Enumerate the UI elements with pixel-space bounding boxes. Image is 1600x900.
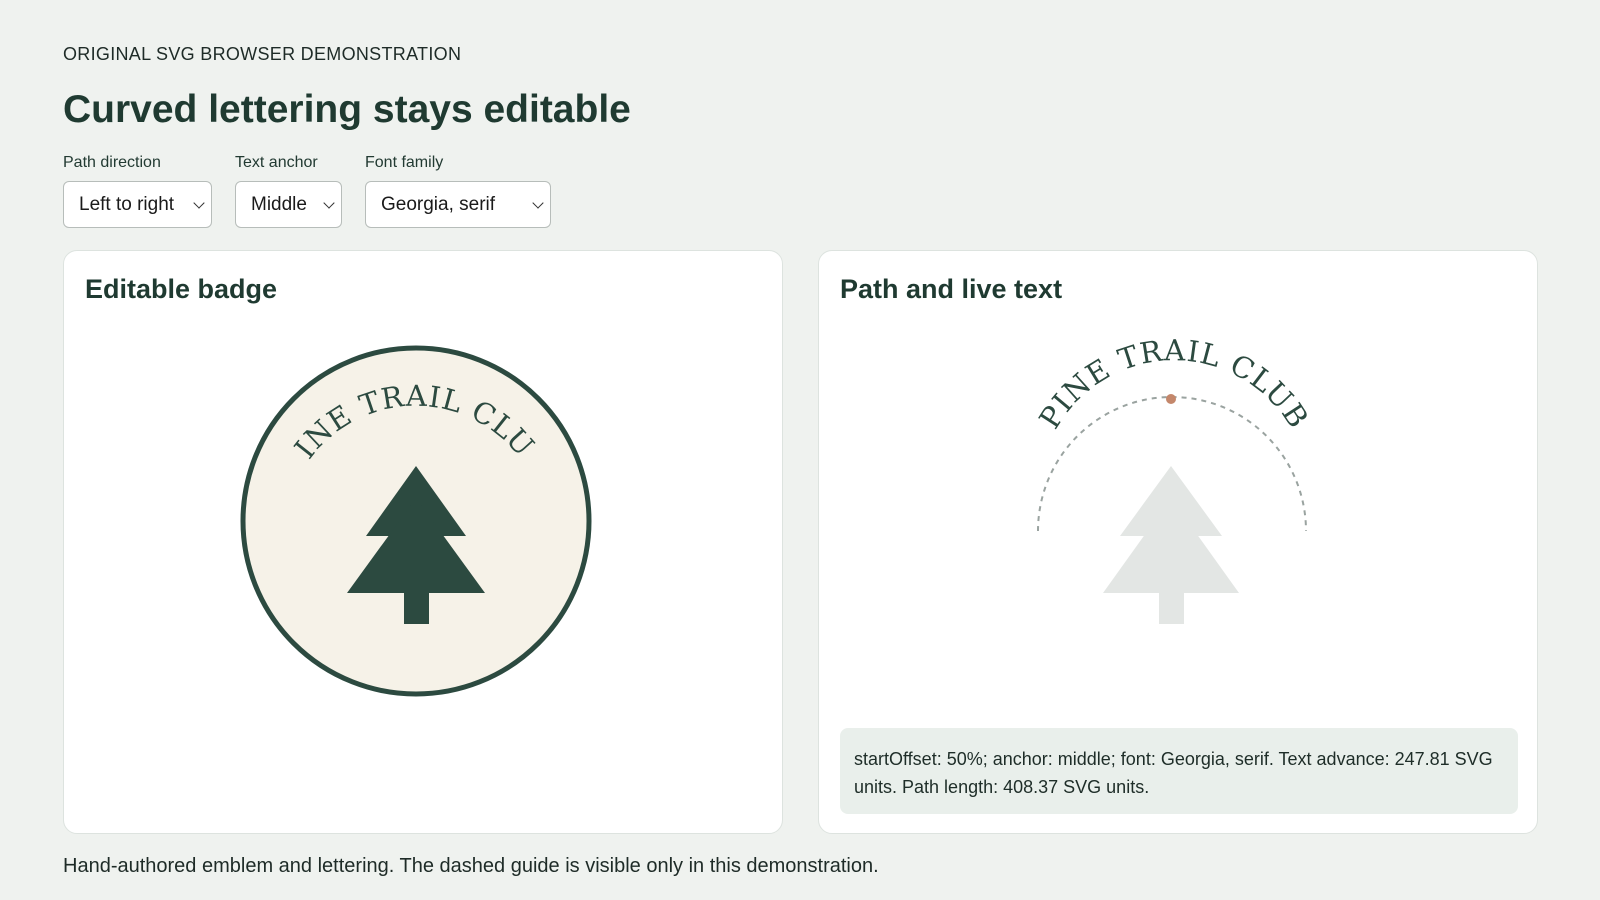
live-text-path: PINE TRAIL CLUB <box>1032 333 1314 434</box>
editable-badge-card: Editable badge PINE TRAIL CLUB <box>63 250 783 834</box>
path-direction-control: Path direction Left to right <box>63 154 212 228</box>
page-title: Curved lettering stays editable <box>63 88 631 131</box>
eyebrow-label: ORIGINAL SVG BROWSER DEMONSTRATION <box>63 44 462 64</box>
controls-bar: Path direction Left to right Text anchor… <box>63 154 574 228</box>
text-anchor-value: Middle <box>251 194 307 215</box>
path-direction-select[interactable]: Left to right <box>63 181 212 228</box>
chevron-down-icon <box>323 197 335 209</box>
chevron-down-icon <box>193 197 205 209</box>
badge-svg: PINE TRAIL CLUB <box>64 251 592 697</box>
font-family-control: Font family Georgia, serif <box>365 154 551 228</box>
footnote: Hand-authored emblem and lettering. The … <box>63 855 879 877</box>
live-lettering: PINE TRAIL CLUB <box>1032 333 1315 434</box>
font-family-select[interactable]: Georgia, serif <box>365 181 551 228</box>
start-offset-dot <box>1166 394 1176 404</box>
ghost-tree-icon <box>1103 466 1239 624</box>
text-anchor-select[interactable]: Middle <box>235 181 342 228</box>
font-family-label: Font family <box>365 154 444 171</box>
chevron-down-icon <box>532 197 544 209</box>
font-family-value: Georgia, serif <box>381 194 496 215</box>
text-anchor-label: Text anchor <box>235 154 318 171</box>
path-direction-label: Path direction <box>63 154 161 171</box>
path-info-box: startOffset: 50%; anchor: middle; font: … <box>840 728 1518 814</box>
text-anchor-control: Text anchor Middle <box>235 154 342 228</box>
path-direction-value: Left to right <box>79 194 175 215</box>
path-live-text-card: Path and live text PINE TRAIL CLUB start… <box>818 250 1538 834</box>
